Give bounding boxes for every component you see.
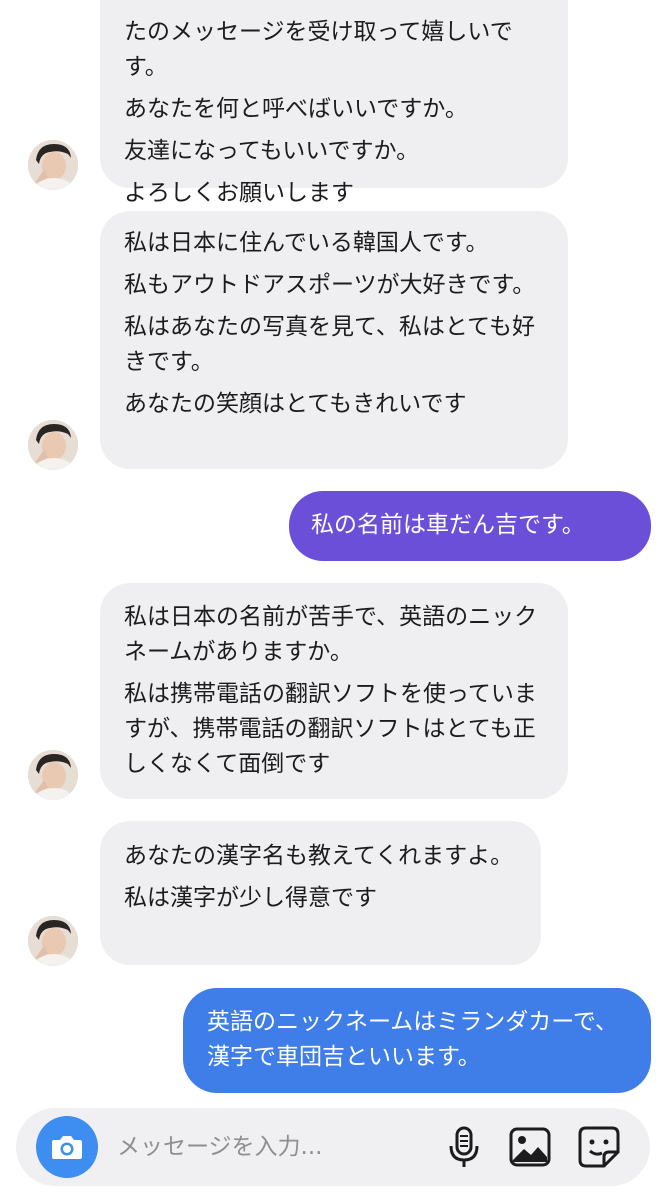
incoming-message[interactable]: 私は日本に住んでいる韓国人です。 私もアウトドアスポーツが大好きです。 私はあな… [100, 211, 568, 469]
avatar-photo-icon [28, 420, 78, 470]
incoming-message[interactable]: たのメッセージを受け取って嬉しいです。 あなたを何と呼べばいいですか。 友達にな… [100, 0, 568, 206]
outgoing-message[interactable]: 私の名前は車だん吉です。 [289, 491, 651, 561]
sticker-button[interactable] [576, 1124, 622, 1170]
message-composer: メッセージを入力... [16, 1108, 650, 1186]
message-input[interactable]: メッセージを入力... [117, 1108, 322, 1186]
message-text: 私もアウトドアスポーツが大好きです。 [124, 272, 536, 298]
message-text: あなたを何と呼べばいいですか。 [124, 96, 468, 122]
microphone-icon [449, 1126, 479, 1167]
message-text: 私は日本に住んでいる韓国人です。 [124, 230, 489, 256]
incoming-message[interactable]: 私は日本の名前が苦手で、英語のニックネームがありますか。 私は携帯電話の翻訳ソフ… [100, 583, 568, 799]
message-text: あなたの笑顔はとてもきれいです [124, 391, 467, 417]
incoming-message[interactable]: あなたの漢字名も教えてくれますよ。 私は漢字が少し得意です [100, 821, 541, 965]
outgoing-message[interactable]: 英語のニックネームはミランダカーで、漢字で車団吉といいます。 [183, 988, 651, 1093]
message-thread[interactable]: たのメッセージを受け取って嬉しいです。 あなたを何と呼べばいいですか。 友達にな… [0, 0, 665, 1105]
sender-avatar[interactable] [28, 916, 78, 966]
sender-avatar[interactable] [28, 140, 78, 190]
sender-avatar[interactable] [28, 750, 78, 800]
avatar-photo-icon [28, 916, 78, 966]
message-text: 私は日本の名前が苦手で、英語のニックネームがありますか。 [124, 604, 538, 665]
microphone-button[interactable] [441, 1124, 487, 1170]
message-text: 私は漢字が少し得意です [124, 885, 377, 911]
avatar-photo-icon [28, 140, 78, 190]
message-text: 私はあなたの写真を見て、私はとても好きです。 [124, 314, 536, 375]
message-text: よろしくお願いします [124, 180, 354, 206]
message-text: 私の名前は車だん吉です。 [311, 512, 585, 538]
message-text: たのメッセージを受け取って嬉しいです。 [124, 19, 513, 80]
sender-avatar[interactable] [28, 420, 78, 470]
message-text: あなたの漢字名も教えてくれますよ。 [124, 843, 514, 869]
message-text: 私は携帯電話の翻訳ソフトを使っていますが、携帯電話の翻訳ソフトはとても正しくなく… [124, 681, 537, 777]
sticker-icon [578, 1126, 620, 1168]
image-gallery-button[interactable] [507, 1124, 553, 1170]
message-text: 友達になってもいいですか。 [124, 138, 420, 164]
avatar-photo-icon [28, 750, 78, 800]
image-gallery-icon [509, 1127, 551, 1167]
camera-button[interactable] [36, 1116, 98, 1178]
message-text: 英語のニックネームはミランダカーで、漢字で車団吉といいます。 [207, 1009, 619, 1070]
camera-icon [52, 1136, 82, 1159]
